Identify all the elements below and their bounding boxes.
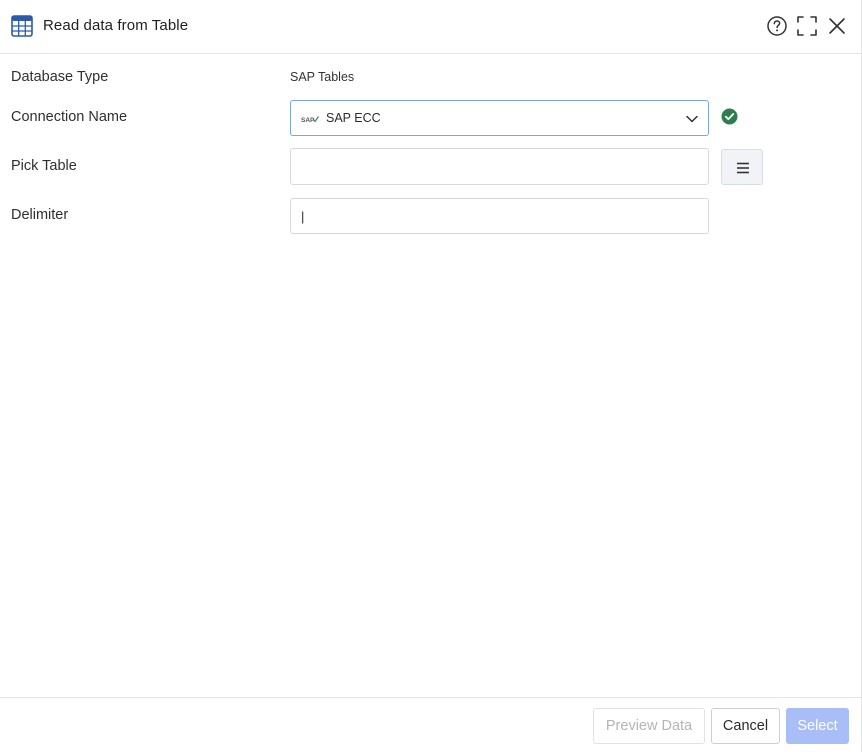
sap-logo-text: SAP bbox=[301, 117, 315, 124]
database-type-value: SAP Tables bbox=[290, 70, 355, 84]
database-type-label: Database Type bbox=[11, 69, 109, 85]
dialog-title: Read data from Table bbox=[43, 17, 189, 34]
select-button[interactable]: Select bbox=[786, 708, 849, 744]
help-circle-icon[interactable] bbox=[766, 15, 788, 37]
pick-table-label: Pick Table bbox=[11, 158, 77, 174]
sap-logo-icon: SAP bbox=[301, 116, 319, 124]
check-circle-icon bbox=[721, 108, 738, 125]
connection-name-label: Connection Name bbox=[11, 109, 128, 125]
read-table-dialog: Read data from Table Database Type SAP T… bbox=[0, 0, 862, 752]
delimiter-label: Delimiter bbox=[11, 207, 69, 223]
connection-name-value: SAP ECC bbox=[326, 111, 381, 125]
dialog-header: Read data from Table bbox=[0, 0, 862, 54]
connection-name-select[interactable]: SAP SAP ECC bbox=[290, 100, 709, 136]
chevron-down-icon bbox=[686, 115, 698, 123]
list-menu-icon bbox=[737, 162, 749, 174]
cancel-button[interactable]: Cancel bbox=[711, 708, 780, 744]
maximize-icon[interactable] bbox=[796, 15, 818, 37]
close-icon[interactable] bbox=[826, 15, 848, 37]
preview-data-button[interactable]: Preview Data bbox=[593, 708, 705, 744]
dialog-footer: Preview Data Cancel Select bbox=[0, 697, 862, 752]
pick-table-input[interactable] bbox=[290, 148, 709, 185]
delimiter-input[interactable] bbox=[290, 198, 709, 234]
table-grid-icon bbox=[11, 15, 33, 37]
pick-table-list-button[interactable] bbox=[721, 149, 763, 185]
